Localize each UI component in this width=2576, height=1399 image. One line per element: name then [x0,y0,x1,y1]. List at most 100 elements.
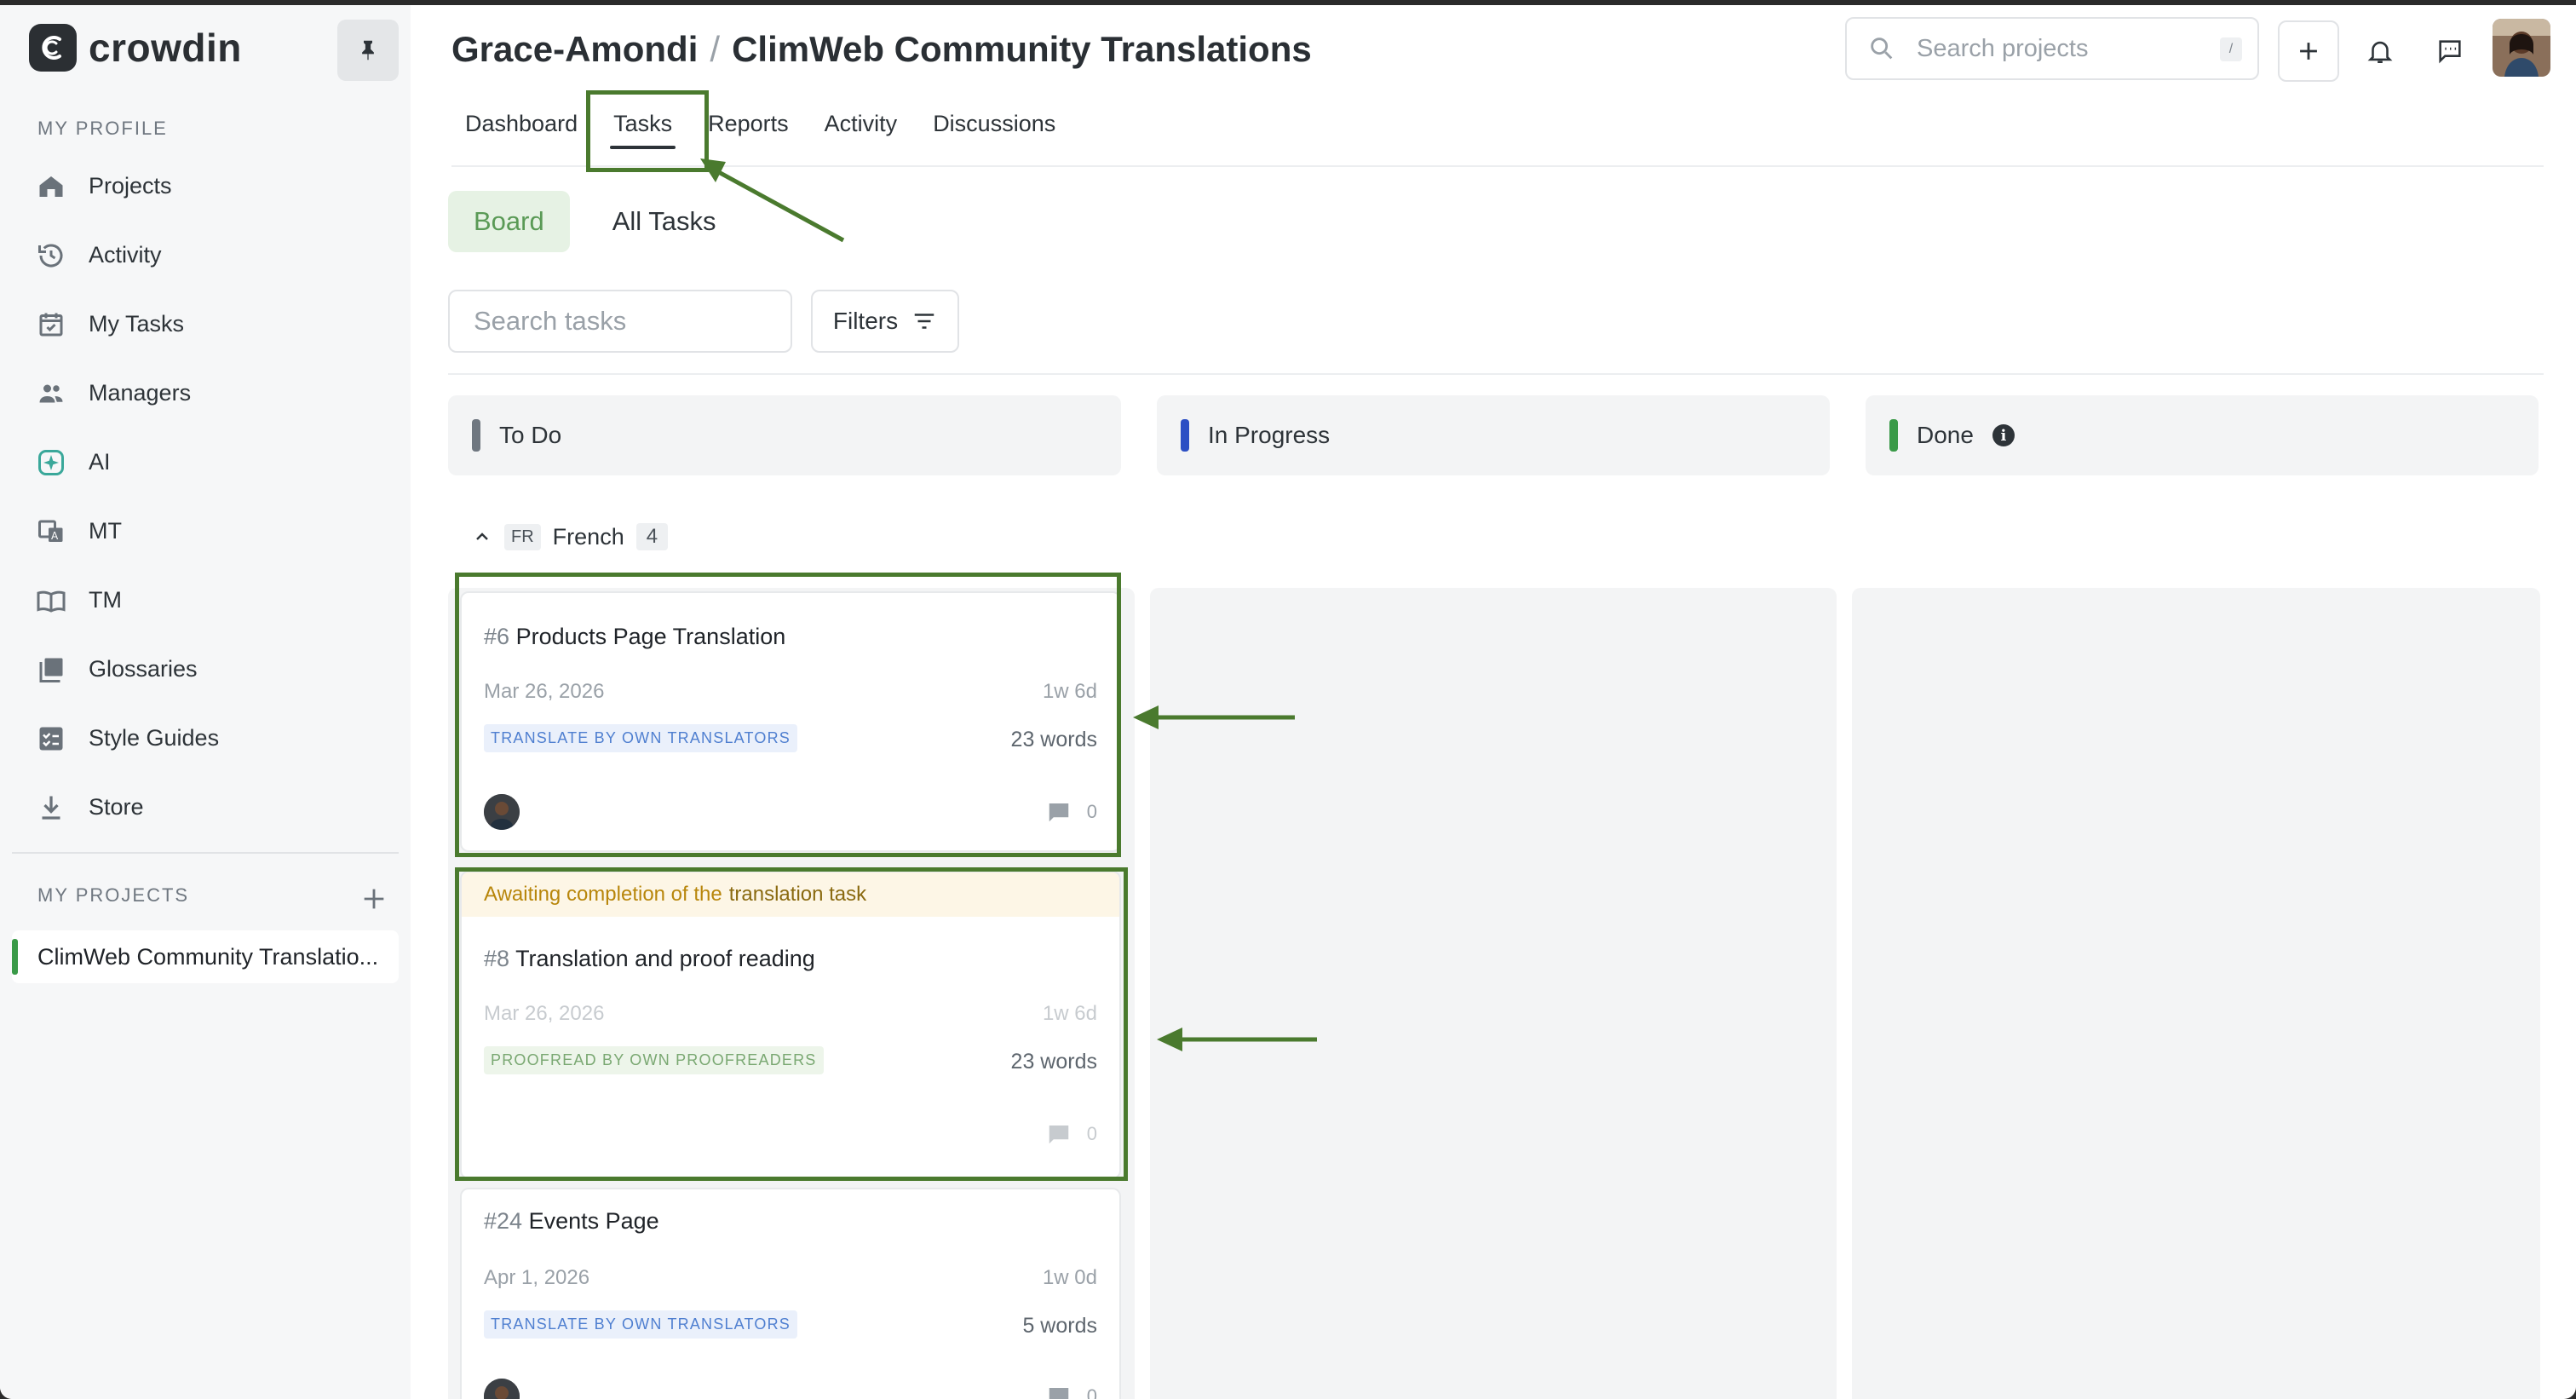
home-icon [39,176,63,197]
comments-count[interactable]: 0 [1046,799,1097,825]
task-type-badge: TRANSLATE BY OWN TRANSLATORS [484,1310,798,1339]
task-duration: 1w 6d [1042,1002,1097,1025]
filter-icon [914,314,934,329]
sidebar-item-mt[interactable]: A MT [0,497,411,566]
task-card[interactable]: Awaiting completion of the translation ta… [460,871,1121,1179]
search-projects-field[interactable]: / [1845,17,2259,80]
tab-activity[interactable]: Activity [825,99,898,149]
breadcrumb-owner[interactable]: Grace-Amondi [451,29,698,69]
brand-logo[interactable]: crowdin [29,24,242,72]
sidebar-item-label: MT [89,518,122,544]
view-toggle: Board All Tasks [448,191,741,252]
tab-dashboard[interactable]: Dashboard [465,99,578,149]
library-icon [39,658,63,682]
task-card[interactable]: #6 Products Page Translation Mar 26, 202… [460,591,1121,852]
sidebar-divider [12,852,399,854]
plus-icon [2300,43,2317,60]
sidebar: crowdin MY PROFILE Projects Activity My … [0,5,411,1399]
sidebar-item-label: Activity [89,242,162,268]
comments-count[interactable]: 0 [1046,1384,1097,1399]
breadcrumb-project[interactable]: ClimWeb Community Translations [732,29,1312,69]
status-bar-done [1889,419,1898,452]
section-label-my-projects: MY PROJECTS [37,884,190,906]
column-body-in-progress [1150,588,1837,1399]
language-group-header[interactable]: FR French 4 [472,523,669,550]
column-header-in-progress: In Progress [1157,395,1830,475]
sidebar-item-projects[interactable]: Projects [0,152,411,221]
download-icon [42,796,60,820]
user-avatar[interactable] [2493,19,2550,77]
section-label-my-profile: MY PROFILE [37,118,168,139]
search-tasks-field[interactable] [448,290,792,353]
ai-sparkle-icon [38,449,64,475]
search-tasks-input[interactable] [474,306,772,337]
task-title: #6 Products Page Translation [484,624,786,649]
sidebar-item-label: Managers [89,380,192,406]
calendar-check-icon [39,313,63,336]
task-type-badge: PROOFREAD BY OWN PROOFREADERS [484,1046,824,1074]
search-shortcut-hint: / [2220,37,2242,61]
task-blocked-notice: Awaiting completion of the translation ta… [462,872,1119,917]
breadcrumb-separator: / [710,29,721,69]
sidebar-project-climweb[interactable]: ClimWeb Community Translatio... [12,930,399,983]
assignee-avatar-image [484,1379,520,1399]
board-view-button[interactable]: Board [448,191,570,252]
task-word-count: 23 words [1010,1050,1097,1074]
chat-icon [2439,40,2461,64]
sidebar-item-store[interactable]: Store [0,773,411,842]
sidebar-item-tm[interactable]: TM [0,566,411,635]
notice-link[interactable]: translation task [729,883,866,907]
task-due-date: Mar 26, 2026 [484,1002,605,1025]
notifications-button[interactable] [2356,27,2404,75]
create-button[interactable] [2278,20,2339,82]
filters-button[interactable]: Filters [811,290,959,353]
sidebar-item-activity[interactable]: Activity [0,221,411,290]
translate-icon: A [38,520,63,542]
search-projects-input[interactable] [1917,34,2206,63]
filters-label: Filters [832,308,899,334]
task-card[interactable]: #24 Events Page Apr 1, 2026 1w 0d TRANSL… [460,1188,1121,1399]
sidebar-item-label: Style Guides [89,725,220,751]
sidebar-item-managers[interactable]: Managers [0,359,411,428]
info-icon[interactable]: i [1992,424,2015,446]
comment-icon [1049,1126,1068,1144]
sidebar-item-glossaries[interactable]: Glossaries [0,635,411,704]
column-header-todo: To Do [448,395,1121,475]
column-header-done: Done i [1866,395,2539,475]
comments-count[interactable]: 0 [1046,1121,1097,1147]
comment-icon [1049,1388,1068,1399]
tab-discussions[interactable]: Discussions [933,99,1055,149]
app-window: crowdin MY PROFILE Projects Activity My … [0,5,2576,1399]
pin-icon [362,40,374,60]
sidebar-item-my-tasks[interactable]: My Tasks [0,290,411,359]
task-duration: 1w 6d [1042,680,1097,703]
task-due-date: Apr 1, 2026 [484,1266,590,1289]
sidebar-item-ai[interactable]: AI [0,428,411,497]
history-icon [38,244,63,267]
messages-button[interactable] [2426,27,2474,75]
sidebar-item-label: Store [89,794,144,820]
assignee-avatar [484,1379,520,1399]
pin-sidebar-button[interactable] [337,20,399,81]
tab-reports[interactable]: Reports [708,99,789,149]
sidebar-item-label: Glossaries [89,656,198,682]
tab-tasks[interactable]: Tasks [610,99,676,149]
project-tabs: Dashboard Tasks Reports Activity Discuss… [465,99,1091,149]
task-duration: 1w 0d [1042,1266,1097,1289]
brand-name: crowdin [89,26,242,70]
task-count-badge: 4 [635,523,669,550]
column-title: In Progress [1208,422,1331,448]
crowdin-logo-icon [29,24,77,72]
sidebar-item-style-guides[interactable]: Style Guides [0,704,411,773]
project-label: ClimWeb Community Translatio... [37,943,379,970]
bell-icon [2367,41,2393,64]
sidebar-item-label: Projects [89,173,172,199]
toolbar-divider [448,373,2544,375]
task-title: #8 Translation and proof reading [484,946,815,971]
all-tasks-view-button[interactable]: All Tasks [587,191,742,252]
task-type-badge: TRANSLATE BY OWN TRANSLATORS [484,724,798,752]
add-project-icon[interactable] [359,884,388,913]
assignee-avatar [484,794,520,830]
tabs-divider [451,165,2544,167]
sidebar-item-label: AI [89,449,111,475]
